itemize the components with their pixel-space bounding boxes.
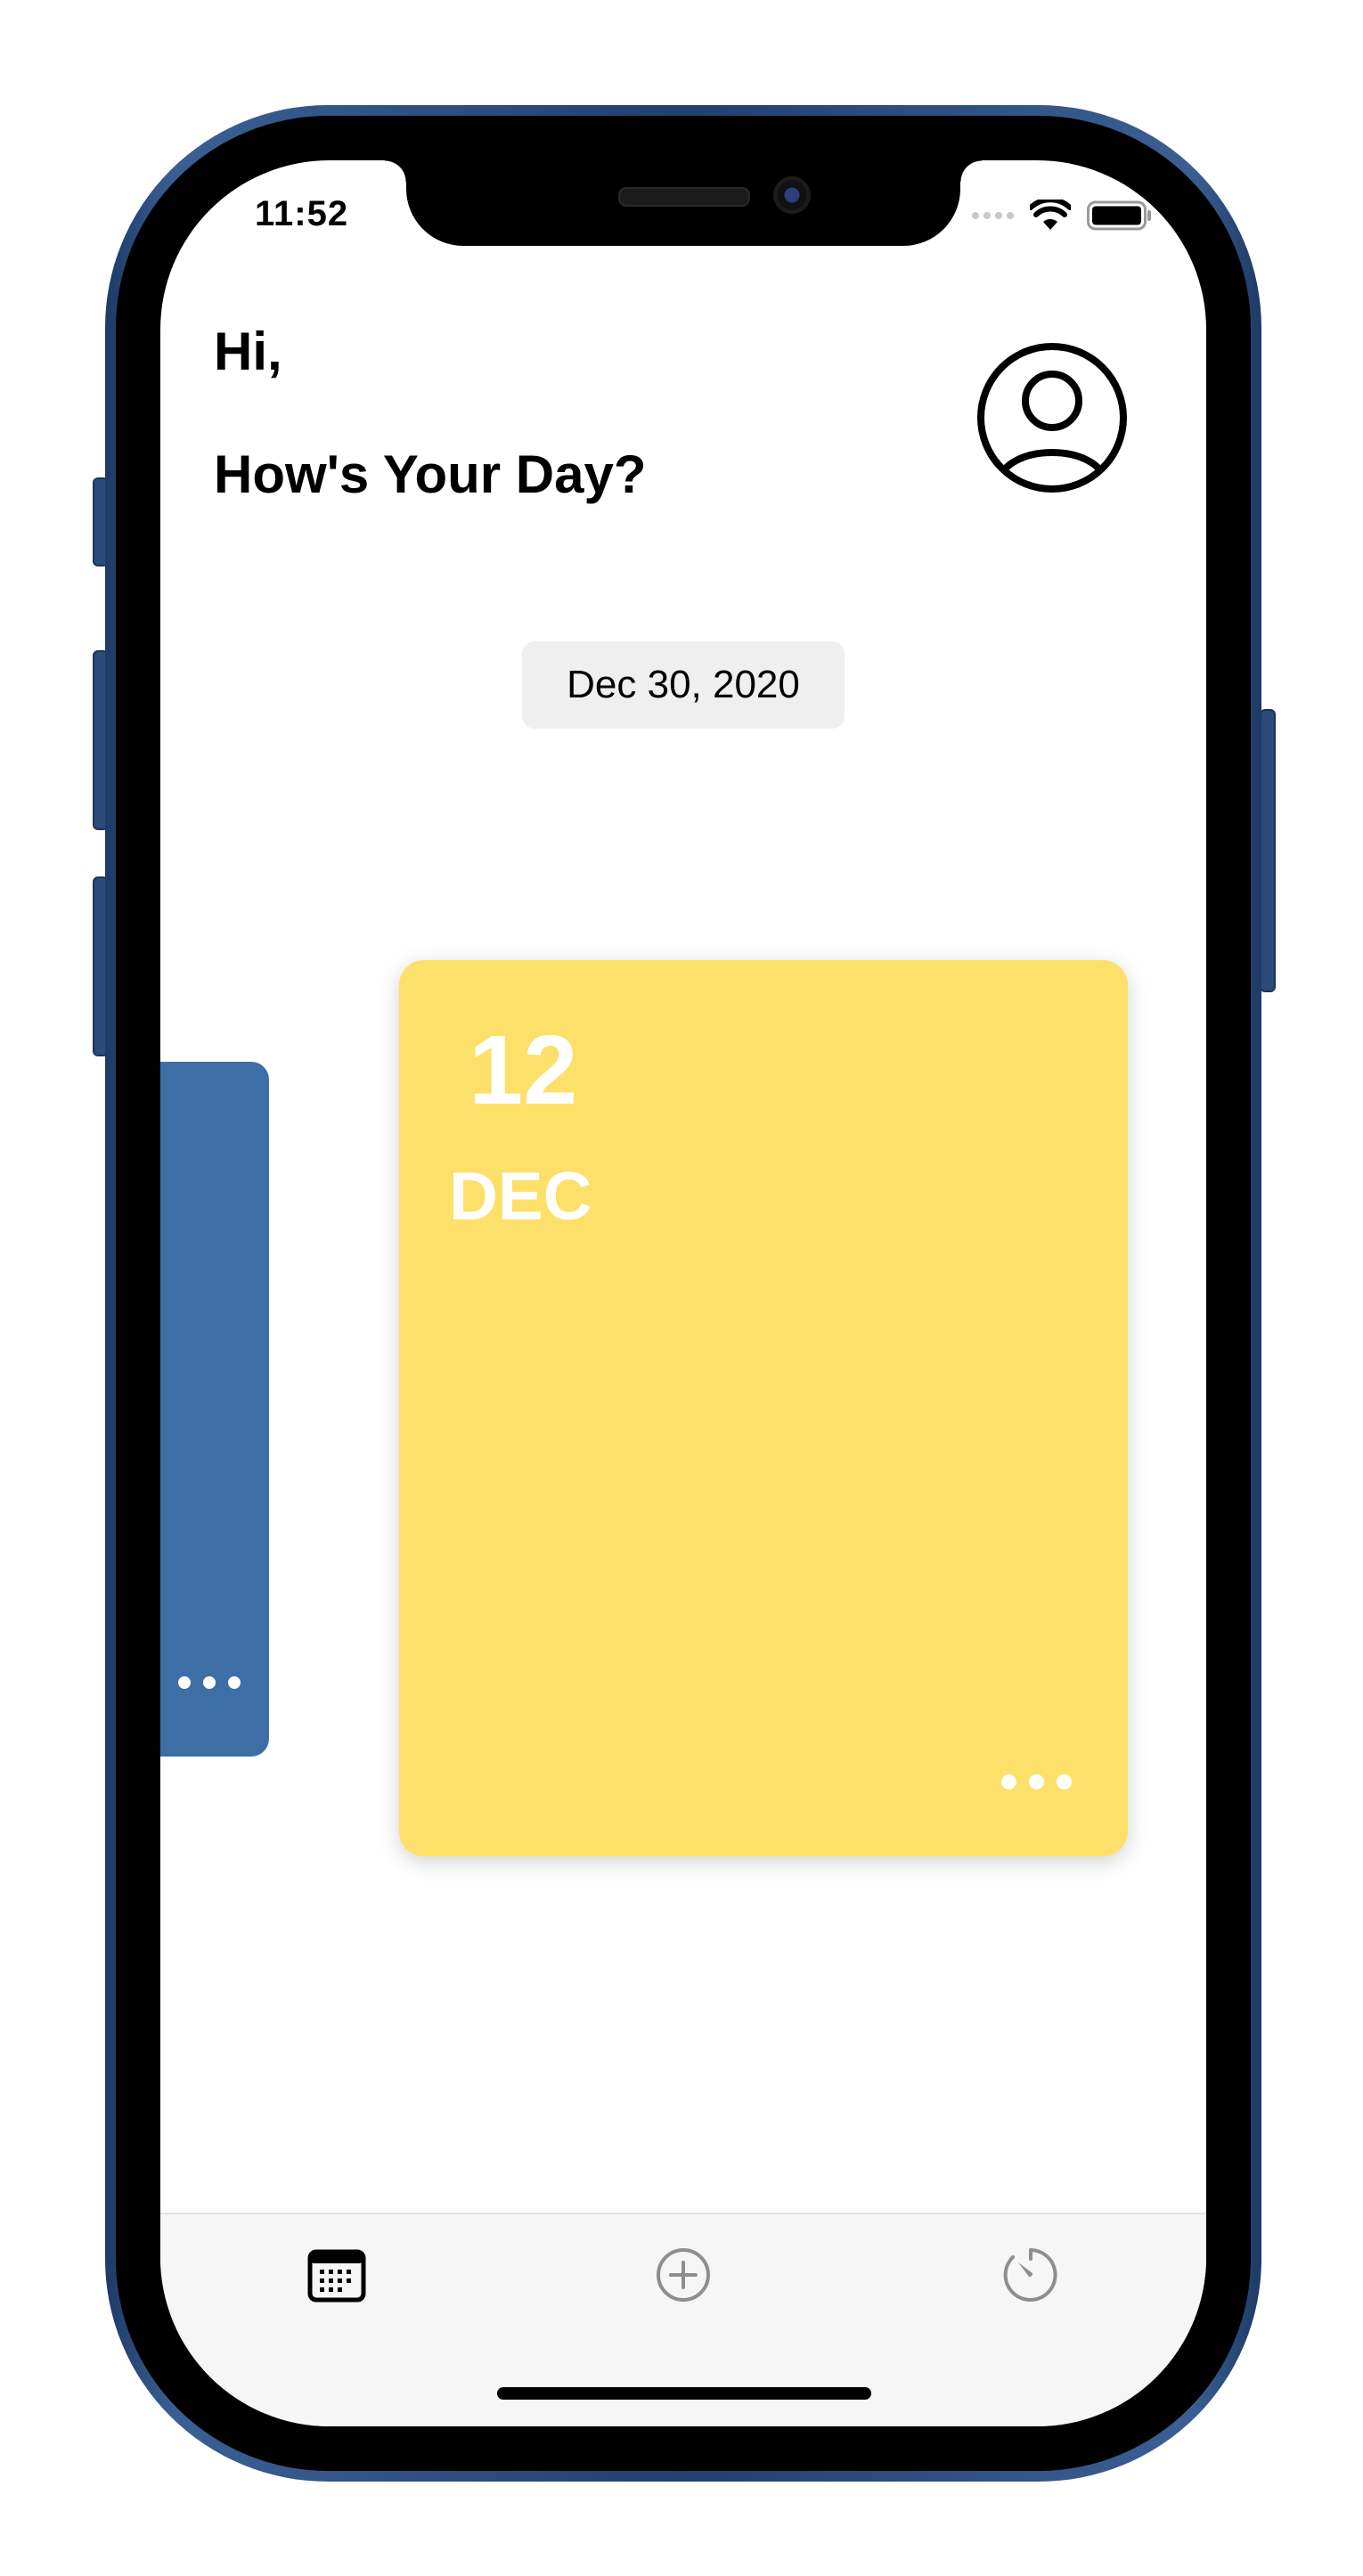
earpiece-speaker xyxy=(618,187,750,207)
greeting-question: How's Your Day? xyxy=(214,444,647,504)
more-dots-icon[interactable] xyxy=(178,1676,241,1689)
battery-icon xyxy=(1087,200,1151,231)
card-month: DEC xyxy=(449,1159,592,1235)
status-time: 11:52 xyxy=(255,194,349,233)
user-profile-icon[interactable] xyxy=(976,342,1128,493)
greeting-text: Hi, xyxy=(214,322,282,381)
app-screen: 11:52 Hi, How's Your Day? Dec 30, 2020 1… xyxy=(160,160,1206,2426)
day-card-current[interactable]: 12 DEC xyxy=(399,960,1128,1856)
calendar-icon xyxy=(307,2249,366,2303)
signal-dots-icon xyxy=(972,212,1014,219)
front-camera xyxy=(773,176,811,214)
device-page: 11:52 Hi, How's Your Day? Dec 30, 2020 1… xyxy=(0,0,1363,2576)
power-button xyxy=(1260,709,1276,992)
card-day-number: 12 xyxy=(469,1015,578,1125)
tab-add[interactable] xyxy=(648,2239,719,2311)
wifi-icon xyxy=(1030,200,1071,230)
tab-calendar[interactable] xyxy=(301,2239,372,2311)
tab-timer[interactable] xyxy=(995,2239,1066,2311)
date-selector-button[interactable]: Dec 30, 2020 xyxy=(522,641,845,729)
home-indicator[interactable] xyxy=(497,2387,871,2400)
timer-icon xyxy=(1003,2248,1057,2302)
notch xyxy=(385,160,982,246)
status-icons xyxy=(972,200,1153,232)
plus-circle-icon xyxy=(657,2248,710,2302)
more-dots-icon[interactable] xyxy=(1001,1774,1072,1789)
day-card-previous[interactable] xyxy=(160,1062,269,1757)
